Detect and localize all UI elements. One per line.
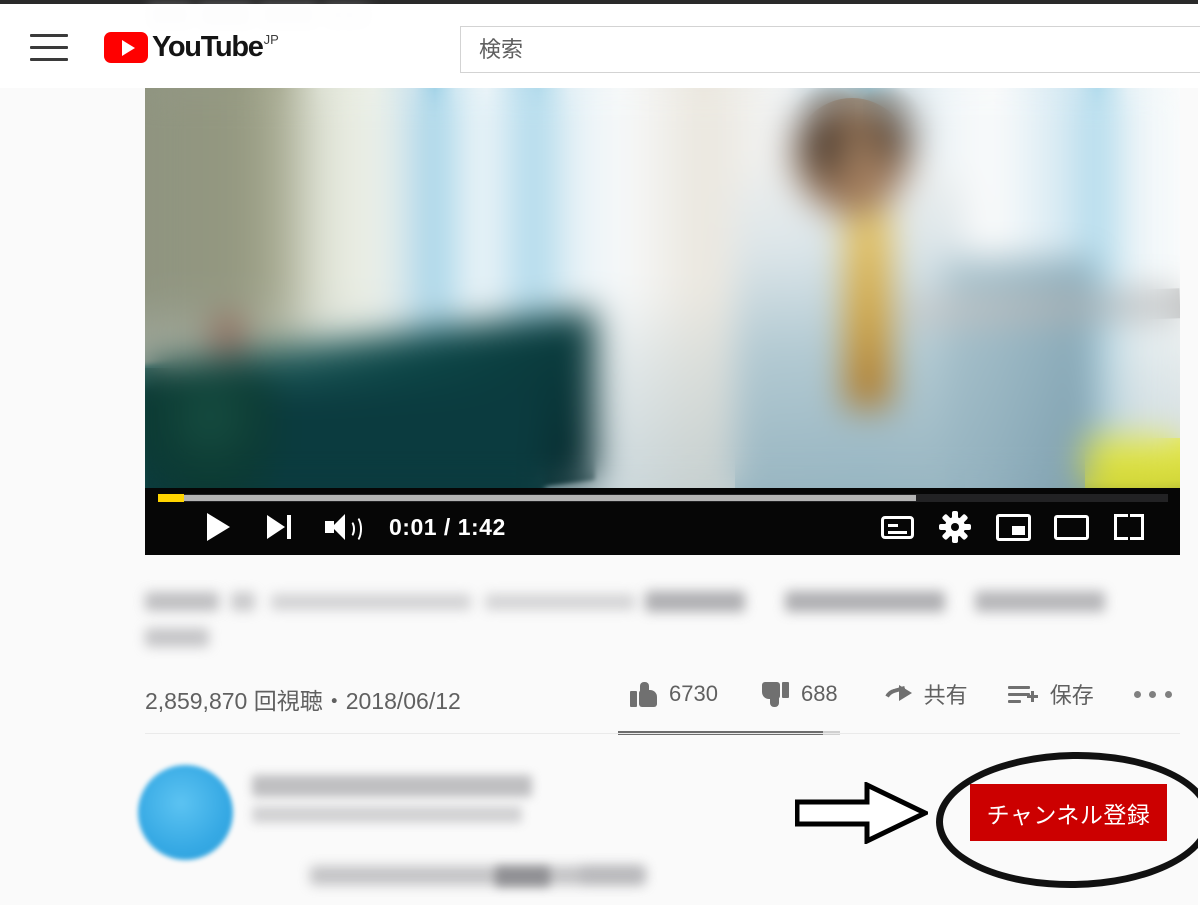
- volume-button[interactable]: [311, 510, 373, 544]
- video-description-line: [580, 866, 645, 883]
- hamburger-line: [30, 46, 68, 49]
- search-box[interactable]: [460, 26, 1200, 73]
- video-actions: 6730 688 共有 保存: [630, 678, 1172, 710]
- share-button[interactable]: 共有: [879, 678, 968, 710]
- masthead-header: YouTube JP: [0, 4, 1200, 88]
- logo-text: YouTube: [152, 31, 264, 63]
- play-icon: [206, 513, 230, 541]
- like-count: 6730: [669, 681, 718, 706]
- play-triangle-icon: [104, 32, 148, 63]
- search-input[interactable]: [461, 27, 1200, 72]
- next-video-button[interactable]: [249, 510, 311, 544]
- video-player[interactable]: 0:01 / 1:42: [145, 88, 1180, 555]
- save-button[interactable]: 保存: [1007, 678, 1094, 710]
- like-button[interactable]: 6730: [630, 681, 718, 707]
- volume-high-icon: [325, 514, 362, 543]
- video-frame[interactable]: [145, 88, 1180, 488]
- player-controls-bar: 0:01 / 1:42: [145, 488, 1180, 555]
- theater-mode-button[interactable]: [1042, 510, 1100, 544]
- thumbs-up-icon: [630, 681, 657, 707]
- logo-country-superscript: JP: [263, 32, 279, 47]
- thumbs-down-icon: [761, 681, 789, 707]
- channel-subscriber-count: [252, 806, 522, 823]
- dislike-count: 688: [800, 681, 838, 706]
- fullscreen-icon: [1114, 514, 1144, 540]
- progress-played: [158, 494, 185, 502]
- next-track-icon: [267, 515, 293, 539]
- dislike-button[interactable]: 688: [761, 681, 838, 707]
- miniplayer-icon: [995, 513, 1031, 541]
- section-divider: [145, 733, 1180, 734]
- closed-captions-icon: [880, 515, 914, 539]
- video-title: [145, 588, 1145, 656]
- miniplayer-button[interactable]: [984, 510, 1042, 544]
- video-description-line: [495, 866, 550, 887]
- pointer-arrow: [795, 782, 928, 844]
- hamburger-line: [30, 58, 68, 61]
- settings-button[interactable]: [926, 510, 984, 544]
- theater-mode-icon: [1053, 514, 1089, 540]
- more-actions-button[interactable]: [1133, 690, 1172, 698]
- gear-icon: [939, 511, 971, 543]
- subscribe-button[interactable]: チャンネル登録: [970, 784, 1167, 841]
- youtube-logo[interactable]: YouTube JP: [104, 31, 279, 67]
- save-label: 保存: [1049, 683, 1094, 708]
- play-button[interactable]: [187, 510, 249, 544]
- share-arrow-icon: [879, 682, 912, 709]
- time-display: 0:01 / 1:42: [389, 513, 506, 540]
- channel-avatar[interactable]: [138, 765, 233, 860]
- hamburger-line: [30, 34, 68, 37]
- fullscreen-button[interactable]: [1100, 510, 1158, 544]
- subtitles-button[interactable]: [868, 510, 926, 544]
- progress-bar[interactable]: [158, 494, 1168, 502]
- player-controls-right: [868, 510, 1158, 544]
- share-label: 共有: [923, 683, 968, 708]
- view-count-and-date: 2,859,870 回視聴・2018/06/12: [145, 688, 461, 714]
- player-controls-left: 0:01 / 1:42: [187, 510, 506, 544]
- channel-name[interactable]: [252, 775, 532, 797]
- hamburger-menu-icon[interactable]: [30, 34, 68, 62]
- save-playlist-icon: [1007, 683, 1038, 705]
- youtube-watch-page: YouTube JP 検索 0:01 / 1:42 2,859,870 回視聴・…: [0, 0, 1200, 905]
- video-blur-overlay: [145, 88, 1180, 488]
- more-horizontal-icon: [1133, 690, 1172, 698]
- progress-buffered: [158, 495, 916, 501]
